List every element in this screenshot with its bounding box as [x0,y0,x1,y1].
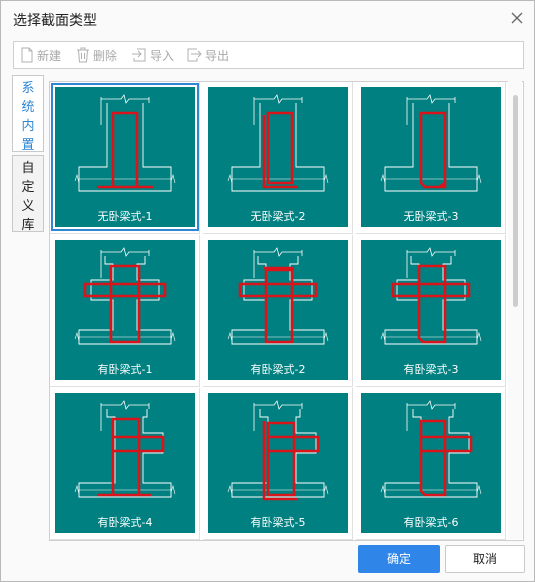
section-grid: 无卧梁式-1 无卧梁式-2 无卧梁式-3 有卧梁式-1 有卧梁式-2 有卧梁式-3 有卧梁式… [49,81,524,541]
new-label: 新建 [37,48,62,63]
tab-custom-library[interactable]: 自定义库 [12,155,44,233]
rebar [391,264,471,344]
import-label: 导入 [150,48,175,63]
section-diagram [227,247,329,345]
rebar [97,111,153,189]
section-diagram [74,400,176,498]
new-file-icon [21,47,33,63]
toolbar: 新建 删除 导入 导出 [13,41,524,69]
tab-system-builtin-label: 系统内置 [21,81,35,153]
dimension-line-bottom [78,486,172,494]
section-cell[interactable]: 有卧梁式-4 [50,388,200,540]
section-outline [231,103,325,192]
section-diagram [74,247,176,345]
scrollbar-thumb[interactable] [513,95,518,307]
export-icon [187,48,202,62]
section-label: 有卧梁式-4 [97,516,153,529]
section-thumbnail[interactable]: 无卧梁式-2 [208,87,348,227]
section-diagram [227,94,329,192]
section-label: 无卧梁式-3 [403,210,459,223]
rebar [238,266,318,344]
close-icon[interactable] [508,9,526,27]
dimension-line-bottom [231,333,325,341]
section-label: 无卧梁式-1 [97,210,153,223]
section-diagram [74,94,176,192]
ok-button[interactable]: 确定 [358,545,440,573]
section-thumbnail[interactable]: 无卧梁式-1 [51,83,199,231]
section-label: 有卧梁式-1 [97,363,153,376]
section-outline [384,256,478,345]
dimension-line-top [253,400,303,410]
section-cell[interactable]: 有卧梁式-5 [203,388,353,540]
export-label: 导出 [205,48,230,63]
section-outline [78,409,172,498]
export-button[interactable]: 导出 [186,46,229,64]
section-thumbnail[interactable]: 有卧梁式-2 [208,240,348,380]
section-thumbnail[interactable]: 有卧梁式-1 [55,240,195,380]
rebar [83,264,167,344]
title-bar: 选择截面类型 [1,1,534,37]
new-button[interactable]: 新建 [20,46,61,64]
section-diagram [227,400,329,501]
dimension-line-top [100,400,150,410]
section-cell[interactable]: 有卧梁式-1 [50,235,200,387]
section-cell[interactable]: 有卧梁式-6 [356,388,506,540]
dimension-line-bottom [384,486,478,494]
delete-label: 删除 [93,48,118,63]
section-cell[interactable]: 有卧梁式-2 [203,235,353,387]
section-label: 无卧梁式-2 [250,210,306,223]
section-label: 有卧梁式-6 [403,516,459,529]
dimension-line-top [406,247,456,257]
dimension-line-top [100,94,150,104]
section-thumbnail[interactable]: 有卧梁式-5 [208,393,348,533]
dimension-line-bottom [384,175,478,183]
section-label: 有卧梁式-5 [250,516,306,529]
section-cell[interactable]: 无卧梁式-3 [356,82,506,234]
section-thumbnail[interactable]: 无卧梁式-3 [361,87,501,227]
section-diagram [380,400,482,498]
tab-system-builtin[interactable]: 系统内置 [12,75,44,153]
dimension-line-top [406,94,456,104]
section-outline [78,103,172,192]
rebar [262,111,298,189]
trash-icon [77,47,89,63]
dimension-line-bottom [78,333,172,341]
section-outline [384,103,478,192]
delete-button[interactable]: 删除 [76,46,117,64]
import-icon [132,48,146,62]
section-thumbnail[interactable]: 有卧梁式-4 [55,393,195,533]
vertical-scrollbar[interactable] [508,81,522,539]
dimension-line-bottom [78,175,172,183]
dimension-line-top [253,94,303,104]
import-button[interactable]: 导入 [131,46,174,64]
rebar [419,419,473,497]
section-cell[interactable]: 无卧梁式-1 [50,82,200,234]
dimension-line-bottom [384,333,478,341]
section-label: 有卧梁式-3 [403,363,459,376]
cancel-button[interactable]: 取消 [445,545,525,573]
dialog-title: 选择截面类型 [13,13,97,29]
tab-custom-library-label: 自定义库 [21,161,35,233]
section-cell[interactable]: 无卧梁式-2 [203,82,353,234]
section-thumbnail[interactable]: 有卧梁式-6 [361,393,501,533]
rebar [419,111,447,189]
dimension-line-top [406,400,456,410]
rebar [97,417,165,497]
section-label: 有卧梁式-2 [250,363,306,376]
section-diagram [380,94,482,192]
dimension-line-bottom [231,486,325,494]
section-diagram [380,247,482,345]
section-outline [78,256,172,345]
select-section-type-dialog: 选择截面类型 新建 删除 导入 导出 系统内置 自定义库 无卧梁式-1无卧梁式 [0,0,535,582]
section-thumbnail[interactable]: 有卧梁式-3 [361,240,501,380]
dimension-line-top [253,247,303,257]
section-cell[interactable]: 有卧梁式-3 [356,235,506,387]
dimension-line-top [100,247,150,257]
